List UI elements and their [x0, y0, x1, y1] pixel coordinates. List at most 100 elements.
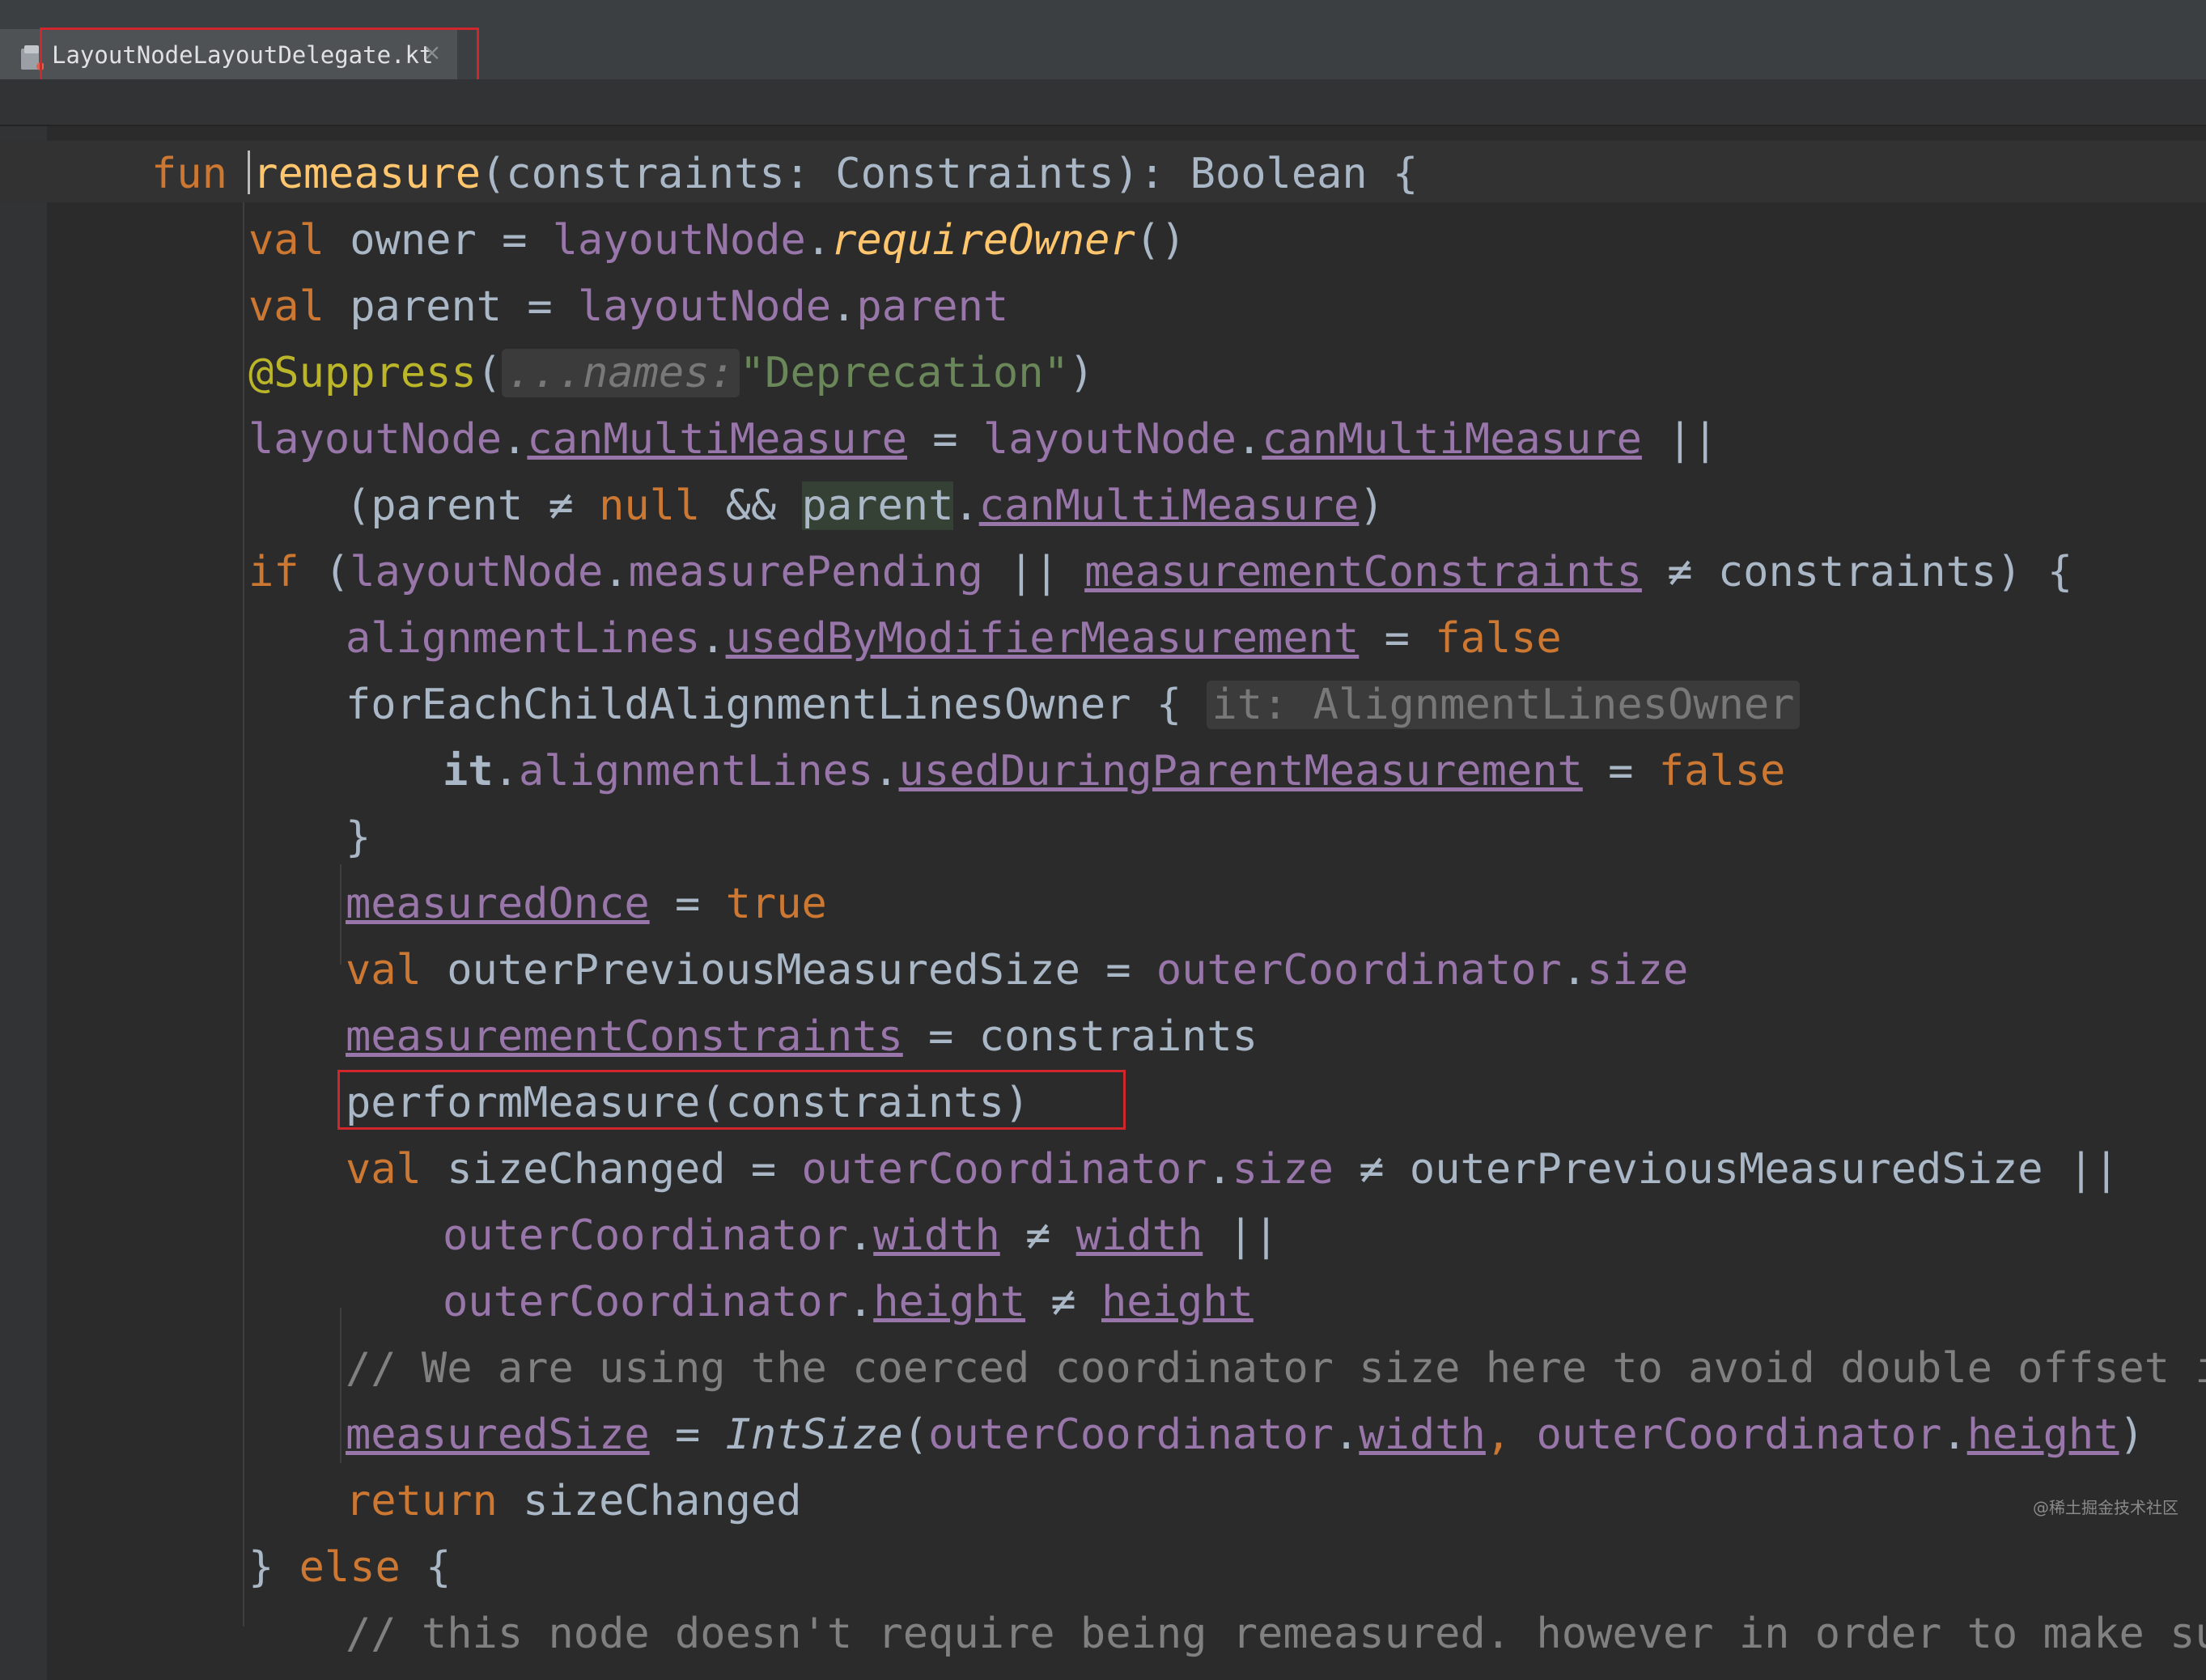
token: width — [873, 1211, 1000, 1260]
token: . — [502, 415, 528, 464]
code-line-11: } — [346, 804, 371, 871]
token: size — [1587, 946, 1689, 995]
token: outerCoordinator — [443, 1211, 848, 1260]
token: false — [1435, 614, 1562, 663]
token: width — [1075, 1211, 1203, 1260]
token: ≠ — [1025, 1278, 1101, 1326]
token: measuredSize — [346, 1411, 650, 1459]
code-line-6: (parent ≠ null && parent.canMultiMeasure… — [346, 473, 1385, 539]
token: = — [1359, 614, 1436, 663]
token: || — [982, 548, 1085, 596]
token: measurementConstraints — [1084, 548, 1642, 596]
token: ) — [2119, 1411, 2144, 1459]
watermark: @稀土掘金技术社区 — [2033, 1498, 2178, 1517]
code-line-20: measuredSize = IntSize(outerCoordinator.… — [346, 1402, 2144, 1468]
code-line-14: measurementConstraints = constraints — [346, 1003, 1258, 1070]
token: outerCoordinator — [443, 1278, 848, 1326]
token: . — [1941, 1411, 1967, 1459]
token: canMultiMeasure — [978, 482, 1360, 530]
token: measurePending — [628, 548, 983, 596]
token: layoutNode — [350, 548, 604, 596]
token: height — [1966, 1411, 2119, 1459]
token: = — [1582, 747, 1659, 795]
token: . — [873, 747, 899, 795]
code-line-2: val owner = layoutNode.requireOwner() — [248, 207, 1186, 274]
code-line-7: if (layoutNode.measurePending || measure… — [248, 539, 2072, 605]
code-line-5: layoutNode.canMultiMeasure = layoutNode.… — [248, 406, 1718, 473]
token: . — [1333, 1411, 1360, 1459]
token: parent — [856, 282, 1009, 331]
token: () — [1135, 216, 1186, 265]
token: ≠ — [999, 1211, 1076, 1260]
token: || — [1641, 415, 1718, 464]
token: layoutNode — [248, 415, 503, 464]
token: outerCoordinator — [801, 1145, 1207, 1194]
token: . — [831, 282, 857, 331]
token: = — [649, 880, 726, 928]
token: true — [725, 880, 827, 928]
perform-measure-highlight-box — [337, 1070, 1126, 1130]
token: usedByModifierMeasurement — [725, 614, 1360, 663]
code-line-10: it.alignmentLines.usedDuringParentMeasur… — [443, 738, 1785, 804]
token: (constraints: Constraints): Boolean { — [481, 150, 1419, 198]
token: val — [248, 216, 350, 265]
token: val — [346, 1145, 448, 1194]
token: } — [346, 813, 371, 862]
token: ≠ outerPreviousMeasuredSize || — [1333, 1145, 2119, 1194]
token: ( — [902, 1411, 929, 1459]
code-line-17: outerCoordinator.width ≠ width || — [443, 1203, 1279, 1269]
token: owner = — [350, 216, 553, 265]
token: layoutNode — [982, 415, 1237, 464]
token: . — [847, 1211, 874, 1260]
text-caret — [248, 151, 250, 194]
token: . — [805, 216, 832, 265]
token: , — [1485, 1411, 1537, 1459]
token: height — [873, 1278, 1026, 1326]
token: canMultiMeasure — [527, 415, 907, 464]
lambda-hint: it: AlignmentLinesOwner — [1207, 681, 1800, 729]
code-line-3: val parent = layoutNode.parent — [248, 274, 1008, 340]
token: measurementConstraints — [346, 1012, 903, 1061]
toolbar-strip — [0, 79, 2206, 126]
token: (parent ≠ — [346, 482, 600, 530]
token: return — [346, 1477, 524, 1525]
token: size — [1232, 1145, 1334, 1194]
code-line-22: } else { — [248, 1534, 451, 1601]
token: } — [248, 1543, 299, 1592]
token: canMultiMeasure — [1262, 415, 1642, 464]
parameter-hint: ...names: — [502, 349, 740, 397]
token: outerCoordinator — [1536, 1411, 1942, 1459]
token: sizeChanged — [523, 1477, 802, 1525]
token: "Deprecation" — [739, 349, 1069, 397]
token: ( — [476, 349, 503, 397]
token: sizeChanged = — [447, 1145, 802, 1194]
token: layoutNode — [552, 216, 806, 265]
indent-guide — [340, 1308, 342, 1463]
token: && — [700, 482, 802, 530]
token: forEachChildAlignmentLinesOwner { — [346, 681, 1182, 729]
token: . — [1237, 415, 1262, 464]
code-line-16: val sizeChanged = outerCoordinator.size … — [346, 1136, 2119, 1203]
indent-guide — [243, 202, 244, 1627]
token: alignmentLines — [346, 614, 701, 663]
code-line-13: val outerPreviousMeasuredSize = outerCoo… — [346, 937, 1688, 1003]
token: . — [1561, 946, 1588, 995]
code-line-9: forEachChildAlignmentLinesOwner { it: Al… — [346, 672, 1800, 738]
token: false — [1658, 747, 1786, 795]
token: measuredOnce — [346, 880, 650, 928]
token: requireOwner — [831, 216, 1135, 265]
token: ( — [324, 548, 350, 596]
token: outerPreviousMeasuredSize = — [447, 946, 1156, 995]
token: ) — [1359, 482, 1385, 530]
function-name: remeasure — [252, 150, 481, 198]
token: alignmentLines — [518, 747, 874, 795]
token: height — [1101, 1278, 1254, 1326]
comment: // We are using the coerced coordinator … — [346, 1344, 2206, 1393]
token: { — [400, 1543, 452, 1592]
token: val — [248, 282, 350, 331]
code-editor[interactable]: fun remeasure(constraints: Constraints):… — [0, 126, 2206, 1680]
token: null — [599, 482, 701, 530]
token: . — [847, 1278, 874, 1326]
token: ≠ constraints) { — [1641, 548, 2073, 596]
token: . — [603, 548, 629, 596]
